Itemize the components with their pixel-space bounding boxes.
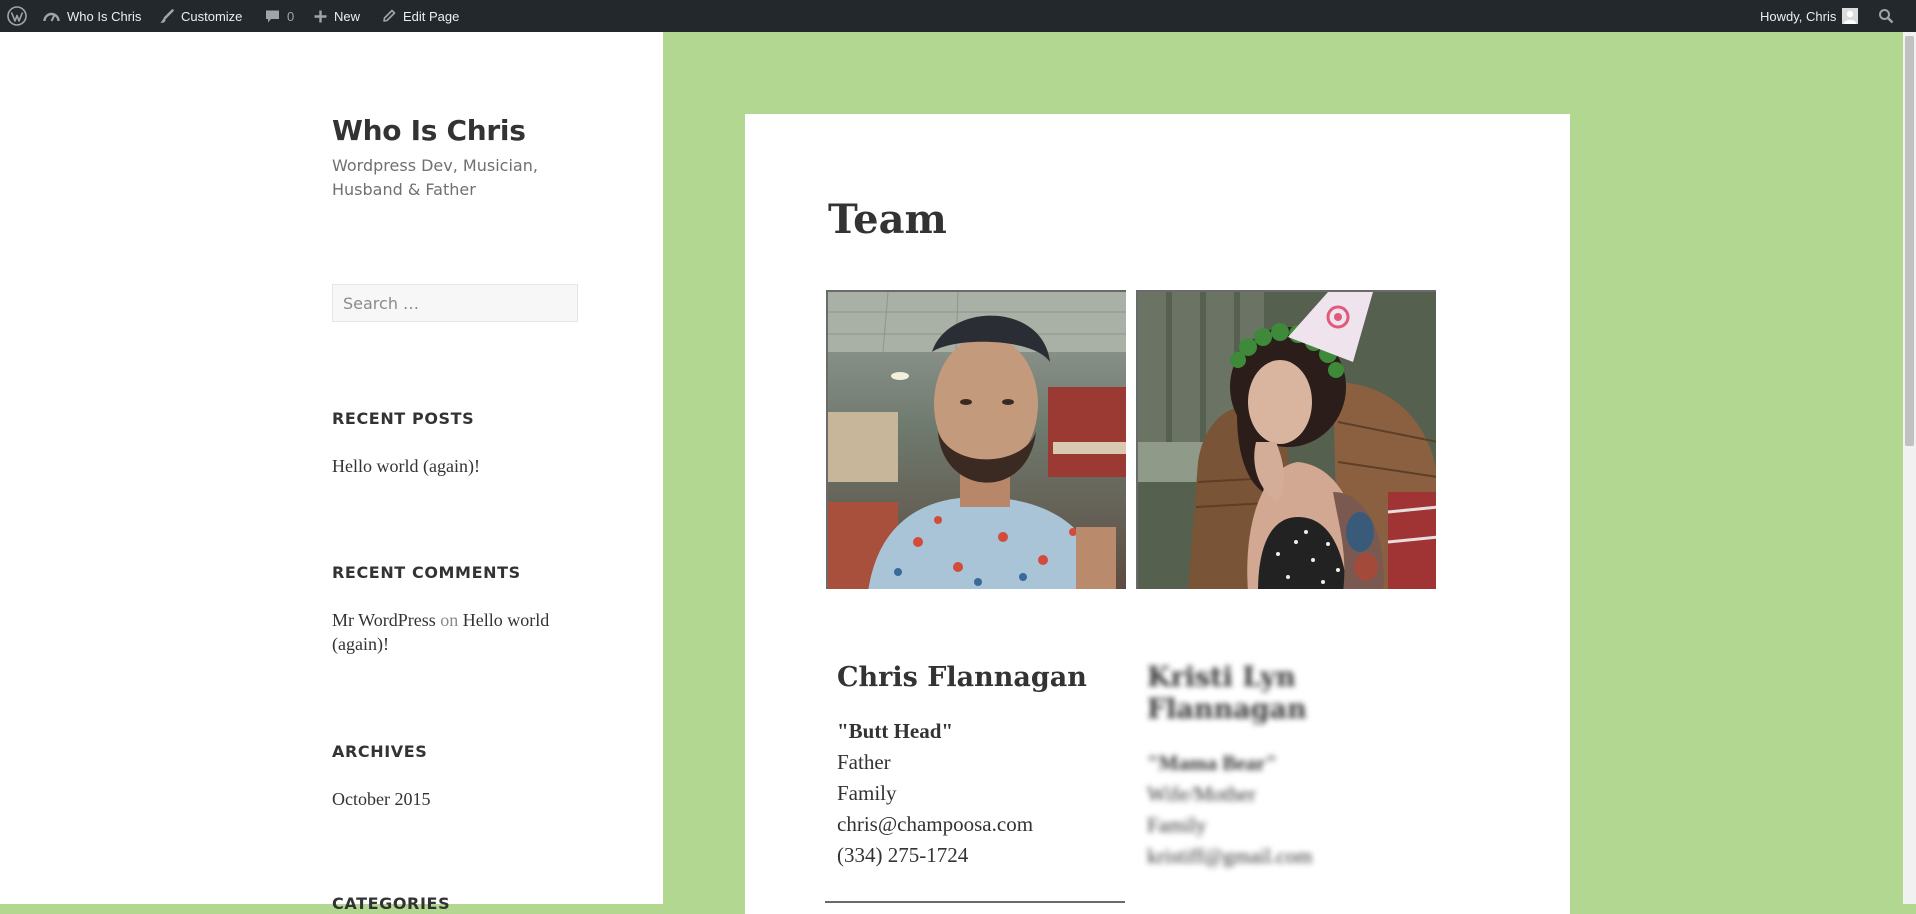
member-role: Father bbox=[837, 750, 891, 774]
member-email[interactable]: chris@champoosa.com bbox=[837, 809, 1127, 840]
member-name: Kristi Lyn Flannagan bbox=[1147, 662, 1307, 725]
search-input[interactable] bbox=[332, 284, 578, 322]
plus-icon bbox=[314, 10, 327, 23]
archives-title: ARCHIVES bbox=[332, 742, 428, 761]
site-tagline: Wordpress Dev, Musician, Husband & Fathe… bbox=[332, 156, 538, 199]
member-nickname: "Mama Bear" bbox=[1147, 751, 1278, 775]
member-role: Wife/Mother bbox=[1147, 782, 1256, 806]
edit-page-label: Edit Page bbox=[403, 8, 460, 24]
archives-list: October 2015 bbox=[332, 787, 582, 811]
team-member-chris: Chris Flannagan "Butt Head" Father Famil… bbox=[837, 662, 1127, 871]
edit-page-link[interactable]: Edit Page bbox=[382, 0, 459, 32]
customize-link[interactable]: Customize bbox=[159, 0, 242, 32]
page-title: Team bbox=[828, 196, 947, 243]
user-avatar bbox=[1842, 8, 1859, 24]
admin-bar: Who Is Chris Customize 0 New Edit Page H… bbox=[0, 0, 1916, 32]
comment-author-link[interactable]: Mr WordPress bbox=[332, 610, 436, 630]
admin-site-name: Who Is Chris bbox=[67, 8, 142, 24]
howdy-label: Howdy, Chris bbox=[1760, 8, 1837, 24]
site-title[interactable]: Who Is Chris bbox=[332, 114, 526, 147]
dashboard-icon bbox=[43, 9, 60, 23]
member-card-divider bbox=[825, 901, 1125, 903]
admin-search-icon[interactable] bbox=[1878, 0, 1894, 32]
recent-comment-item: Mr WordPress on Hello world (again)! bbox=[332, 608, 582, 656]
page-scrollbar[interactable] bbox=[1903, 32, 1916, 904]
comments-link[interactable]: 0 bbox=[265, 0, 294, 32]
wordpress-logo-icon[interactable] bbox=[7, 0, 27, 32]
member-name: Chris Flannagan bbox=[837, 662, 1087, 693]
recent-post-link[interactable]: Hello world (again)! bbox=[332, 456, 480, 476]
admin-site-link[interactable]: Who Is Chris bbox=[43, 0, 141, 32]
archive-link[interactable]: October 2015 bbox=[332, 789, 430, 809]
team-member-photo-kristi bbox=[1136, 290, 1436, 589]
recent-comments-title: RECENT COMMENTS bbox=[332, 563, 521, 582]
member-email[interactable]: kristiff@gmail.com bbox=[1147, 841, 1357, 872]
my-account-link[interactable]: Howdy, Chris bbox=[1760, 0, 1859, 32]
pencil-icon bbox=[382, 9, 396, 23]
comment-on-label: on bbox=[440, 610, 459, 630]
new-label: New bbox=[334, 8, 361, 24]
sidebar: Who Is Chris Wordpress Dev, Musician, Hu… bbox=[0, 32, 663, 913]
customize-label: Customize bbox=[181, 8, 243, 24]
member-group: Family bbox=[1147, 813, 1207, 837]
scrollbar-thumb[interactable] bbox=[1905, 36, 1914, 446]
member-nickname: "Butt Head" bbox=[837, 719, 954, 743]
comment-bubble-icon bbox=[265, 9, 280, 24]
recent-posts-list: Hello world (again)! bbox=[332, 454, 582, 478]
member-group: Family bbox=[837, 781, 897, 805]
page-article: Team Chris Flannagan "Butt Head" Father … bbox=[745, 114, 1570, 914]
recent-posts-title: RECENT POSTS bbox=[332, 409, 475, 428]
team-member-photo-chris bbox=[826, 290, 1126, 589]
member-phone: (334) 275-1724 bbox=[837, 843, 969, 867]
team-member-kristi: Kristi Lyn Flannagan "Mama Bear" Wife/Mo… bbox=[1147, 662, 1357, 872]
comments-count: 0 bbox=[287, 8, 295, 24]
new-content-link[interactable]: New bbox=[314, 0, 360, 32]
paintbrush-icon bbox=[159, 8, 174, 24]
